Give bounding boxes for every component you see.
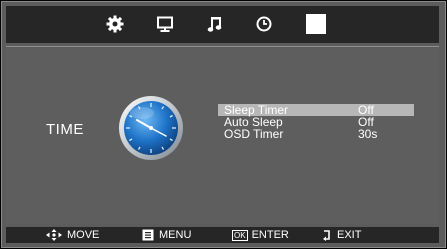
gear-icon [106, 15, 124, 33]
clock-illustration-icon [119, 96, 183, 160]
hint-exit: EXIT [322, 229, 361, 241]
menu-panel: TIME Sleep Timer Off Auto Sleep Off OSD … [6, 48, 439, 224]
tab-bar [6, 6, 439, 43]
hint-enter: OK ENTER [232, 229, 289, 241]
return-arrow-icon [323, 230, 330, 241]
tab-setup[interactable] [102, 11, 128, 37]
music-note-icon [207, 17, 222, 32]
key-hint-bar: MOVE MENU OK ENTER EXIT [6, 227, 439, 243]
hint-enter-label: ENTER [251, 229, 289, 241]
hint-move-label: MOVE [67, 229, 100, 241]
menu-item-osd-timer[interactable]: OSD Timer 30s [218, 128, 414, 140]
header-divider [6, 46, 439, 47]
tab-lock[interactable] [301, 9, 331, 39]
tab-time[interactable] [251, 11, 277, 37]
section-title: TIME [46, 121, 84, 138]
clock-icon [256, 16, 272, 32]
tab-picture[interactable] [152, 11, 178, 37]
menu-item-value: 30s [358, 127, 378, 141]
ok-key-icon: OK [232, 229, 248, 241]
hint-exit-label: EXIT [337, 229, 362, 241]
time-menu-list: Sleep Timer Off Auto Sleep Off OSD Timer… [218, 104, 414, 140]
tab-sound[interactable] [202, 11, 228, 37]
hint-menu: MENU [142, 229, 191, 241]
monitor-icon [157, 16, 173, 32]
menu-key-icon [142, 229, 154, 241]
hint-move: MOVE [46, 229, 99, 241]
four-way-arrows-icon [46, 229, 62, 241]
lock-block-icon [306, 14, 326, 34]
menu-item-label: OSD Timer [224, 127, 284, 141]
hint-menu-label: MENU [159, 229, 192, 241]
